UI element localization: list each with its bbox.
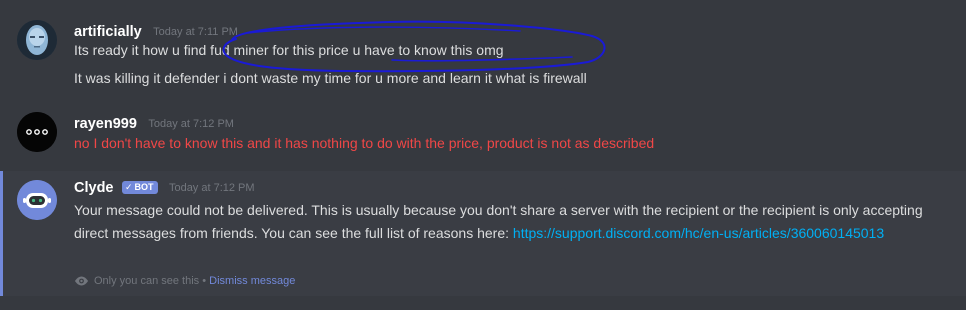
message-line: It was killing it defender i dont waste …: [74, 70, 587, 86]
bot-badge-label: BOT: [134, 182, 154, 193]
avatar-rayen999[interactable]: [17, 112, 57, 152]
timestamp: Today at 7:11 PM: [153, 25, 238, 38]
bot-badge: ✓ BOT: [121, 181, 158, 195]
dismiss-message-button[interactable]: Dismiss message: [209, 275, 295, 287]
separator: •: [202, 275, 207, 287]
avatar-clyde[interactable]: [17, 180, 57, 220]
checkmark-icon: ✓: [124, 182, 133, 193]
message-header: artificially Today at 7:11 PM: [74, 23, 238, 41]
clyde-accent-bar: [0, 171, 3, 296]
message-header: rayen999 Today at 7:12 PM: [74, 115, 234, 133]
ephemeral-label: Only you can see this: [94, 275, 200, 287]
message-line: no I don't have to know this and it has …: [74, 135, 655, 151]
username[interactable]: rayen999: [74, 116, 137, 132]
message-header: Clyde ✓ BOT Today at 7:12 PM: [74, 179, 255, 197]
avatar-artificially[interactable]: [17, 20, 57, 60]
avatar-image: [17, 20, 57, 60]
avatar-image: [17, 112, 57, 152]
username[interactable]: Clyde: [74, 180, 114, 196]
clyde-bot-icon: [17, 180, 57, 220]
timestamp: Today at 7:12 PM: [148, 117, 234, 130]
username[interactable]: artificially: [74, 24, 142, 40]
support-link[interactable]: https://support.discord.com/hc/en-us/art…: [513, 225, 884, 241]
timestamp: Today at 7:12 PM: [168, 181, 255, 194]
message-line: Its ready it how u find fud miner for th…: [74, 42, 504, 58]
ephemeral-notice: Only you can see this • Dismiss message: [74, 275, 295, 287]
eye-icon: [75, 276, 88, 286]
chat-log: artificially Today at 7:11 PM Its ready …: [0, 0, 966, 310]
clyde-message-body: Your message could not be delivered. Thi…: [74, 199, 944, 244]
